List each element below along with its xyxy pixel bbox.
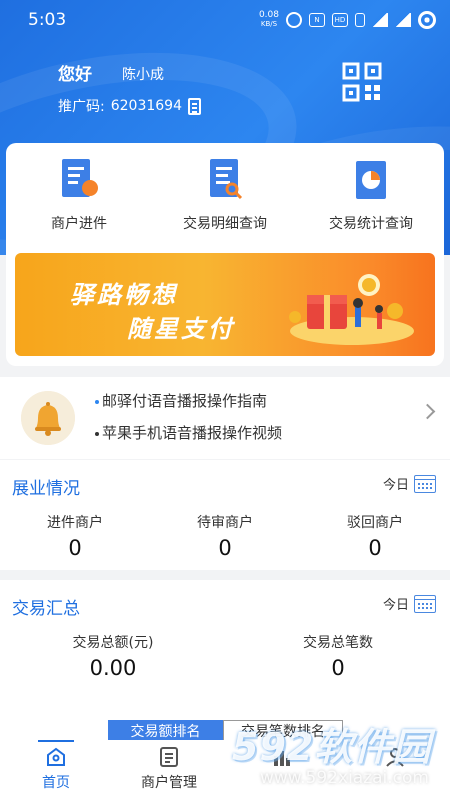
copy-icon[interactable] bbox=[187, 97, 201, 115]
status-bar: 5:03 0.08 KB/S N HD bbox=[0, 0, 450, 40]
nfc-icon: N bbox=[309, 13, 325, 27]
alarm-icon bbox=[286, 12, 302, 28]
period-selector[interactable]: 今日 bbox=[383, 594, 436, 613]
tab-merchant-manage[interactable]: 商户管理 bbox=[124, 740, 214, 800]
banner-line-2: 随星支付 bbox=[127, 315, 235, 343]
merchant-onboard-icon bbox=[62, 159, 98, 197]
business-stats-title: 展业情况 bbox=[12, 479, 80, 499]
transaction-detail-icon bbox=[210, 159, 243, 200]
profile-icon bbox=[386, 748, 404, 767]
tab-stats[interactable] bbox=[237, 740, 327, 800]
bullet-dot bbox=[95, 399, 99, 404]
promo-banner[interactable]: 驿路畅想 随星支付 bbox=[15, 253, 435, 356]
vibrate-icon bbox=[355, 13, 365, 27]
volte-icon: HD bbox=[332, 13, 348, 27]
stat-rejected-merchants: 驳回商户 0 bbox=[347, 515, 403, 560]
notice-panel[interactable]: 邮驿付语音播报操作指南 苹果手机语音播报操作视频 bbox=[0, 377, 450, 459]
greeting: 您好 bbox=[58, 65, 92, 85]
tab-trade-amount-rank[interactable]: 交易额排名 bbox=[108, 720, 223, 742]
quick-menu-card: 商户进件 交易明细查询 交易统计查询 驿路畅想 随星支付 bbox=[6, 143, 444, 366]
network-speed: 0.08 KB/S bbox=[258, 10, 279, 29]
promo-code-row: 推广码: 62031694 bbox=[58, 96, 201, 116]
user-name: 陈小成 bbox=[122, 67, 164, 83]
trade-summary-card: 交易汇总 今日 交易总额(元) 0.00 交易总笔数 0 bbox=[0, 580, 450, 740]
transaction-stats-icon bbox=[356, 161, 386, 199]
calendar-icon[interactable] bbox=[414, 474, 436, 493]
tab-trade-count-rank[interactable]: 交易笔数排名 bbox=[223, 720, 343, 742]
stat-pending-merchants: 待审商户 0 bbox=[197, 515, 253, 560]
bottom-tab-bar: 首页 商户管理 bbox=[0, 740, 450, 800]
promo-code-label: 推广码: bbox=[58, 99, 105, 115]
banner-line-1: 驿路畅想 bbox=[70, 281, 178, 309]
menu-label: 交易明细查询 bbox=[183, 216, 267, 232]
notice-item[interactable]: 邮驿付语音播报操作指南 bbox=[95, 390, 267, 411]
home-icon bbox=[47, 747, 65, 766]
stat-trade-count: 交易总笔数 0 bbox=[303, 635, 373, 680]
menu-label: 商户进件 bbox=[51, 216, 107, 232]
qr-code-icon[interactable] bbox=[342, 62, 382, 102]
tab-home[interactable]: 首页 bbox=[11, 740, 101, 800]
menu-transaction-stats[interactable]: 交易统计查询 bbox=[311, 157, 431, 233]
calendar-icon[interactable] bbox=[414, 594, 436, 613]
bell-icon bbox=[21, 391, 75, 445]
status-time: 5:03 bbox=[28, 10, 67, 30]
stat-onboarded-merchants: 进件商户 0 bbox=[47, 515, 103, 560]
promo-code-value: 62031694 bbox=[110, 98, 182, 114]
stat-trade-amount: 交易总额(元) 0.00 bbox=[72, 635, 154, 680]
menu-label: 交易统计查询 bbox=[329, 216, 413, 232]
battery-icon bbox=[418, 11, 436, 29]
menu-merchant-onboard[interactable]: 商户进件 bbox=[19, 157, 139, 233]
chevron-right-icon[interactable] bbox=[419, 403, 436, 420]
merchant-manage-icon bbox=[160, 747, 178, 767]
stats-icon bbox=[274, 751, 290, 766]
bullet-dot bbox=[95, 431, 99, 436]
trade-summary-title: 交易汇总 bbox=[12, 599, 80, 619]
business-stats-card: 展业情况 今日 进件商户 0 待审商户 0 驳回商户 0 bbox=[0, 460, 450, 570]
notice-item[interactable]: 苹果手机语音播报操作视频 bbox=[95, 422, 282, 443]
tab-profile[interactable] bbox=[350, 740, 440, 800]
period-selector[interactable]: 今日 bbox=[383, 474, 436, 493]
signal-4g-icon bbox=[372, 13, 388, 27]
signal-4g-icon bbox=[395, 13, 411, 27]
menu-transaction-detail[interactable]: 交易明细查询 bbox=[165, 157, 285, 233]
banner-illustration bbox=[289, 274, 414, 345]
